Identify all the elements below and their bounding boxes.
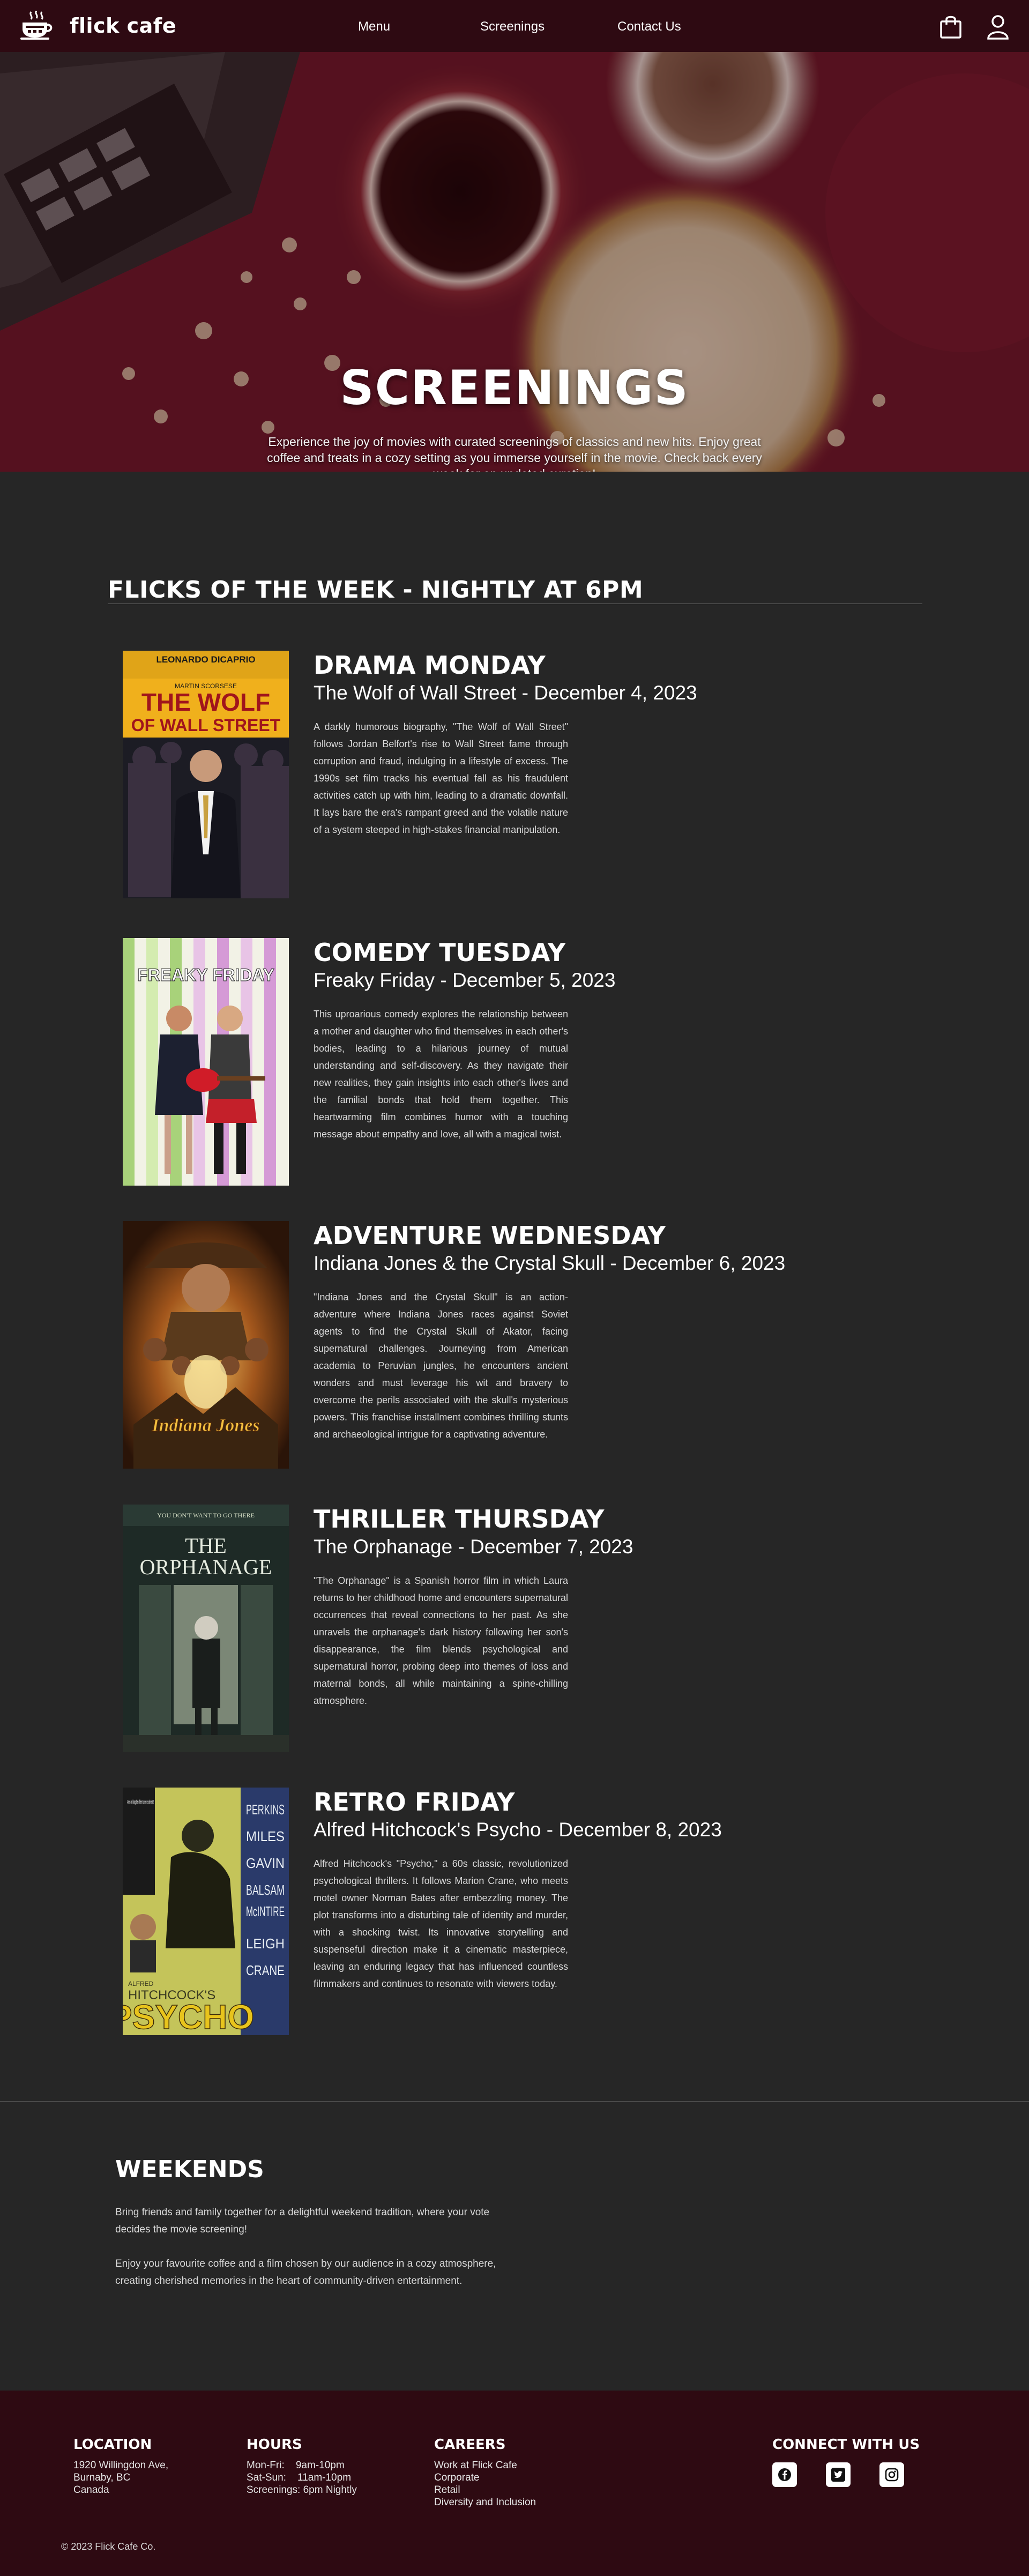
social-links — [772, 2462, 920, 2487]
instagram-icon — [885, 2468, 899, 2482]
movie-card-adventure-wednesday: Indiana Jones ADVENTURE WEDNESDAY Indian… — [0, 1221, 1029, 1473]
footer-connect: CONNECT WITH US — [772, 2437, 920, 2487]
poster-title-line2: OF WALL STREET — [131, 716, 281, 735]
movie-day: THRILLER THURSDAY — [314, 1505, 605, 1533]
movie-title: Indiana Jones & the Crystal Skull - Dece… — [314, 1252, 786, 1274]
careers-link-diversity-and-inclusion[interactable]: Diversity and Inclusion — [434, 2496, 536, 2508]
movie-description: "The Orphanage" is a Spanish horror film… — [314, 1575, 568, 1706]
movie-title: Alfred Hitchcock's Psycho - December 8, … — [314, 1819, 722, 1841]
poster-top-text: LEONARDO DICAPRIO — [156, 654, 255, 665]
poster-art: YOU DON'T WANT TO GO THERE THE ORPHANAGE — [123, 1505, 289, 1752]
hours-line: Sat-Sun: 11am-10pm — [247, 2472, 352, 2483]
weekends-paragraph: Enjoy your favourite coffee and a film c… — [115, 2258, 496, 2287]
careers-link-work-at-flick-cafe[interactable]: Work at Flick Cafe — [434, 2459, 536, 2471]
hero-banner: SCREENINGS Experience the joy of movies … — [0, 52, 1029, 472]
poster-art: FREAKY FRIDAY — [123, 938, 289, 1186]
movie-card-drama-monday: LEONARDO DICAPRIO MARTIN SCORSESE THE WO… — [0, 651, 1029, 903]
movie-title: Freaky Friday - December 5, 2023 — [314, 969, 616, 991]
poster-cast-name: BALSAM — [246, 1882, 285, 1898]
movie-day: ADVENTURE WEDNESDAY — [314, 1221, 666, 1250]
site-footer: LOCATION 1920 Willingdon Ave, Burnaby, B… — [0, 2391, 1029, 2576]
poster-title-line1: THE — [185, 1533, 227, 1558]
movie-poster-freaky-friday[interactable]: FREAKY FRIDAY — [123, 938, 289, 1186]
address-line: Burnaby, BC — [73, 2472, 131, 2483]
poster-title: PSYCHO — [123, 1998, 254, 2035]
poster-cast-name: MILES — [246, 1828, 285, 1844]
shopping-bag-icon[interactable] — [939, 14, 963, 40]
footer-location: LOCATION 1920 Willingdon Ave, Burnaby, B… — [73, 2437, 168, 2496]
poster-title: FREAKY FRIDAY — [137, 965, 274, 985]
poster-art: A new and altogether different screen ex… — [123, 1788, 289, 2035]
poster-tagline: A new and altogether different screen ex… — [127, 1799, 154, 1805]
movie-card-retro-friday: A new and altogether different screen ex… — [0, 1788, 1029, 2039]
movie-day: DRAMA MONDAY — [314, 651, 546, 680]
poster-title-line1: THE WOLF — [141, 688, 270, 716]
poster-art: LEONARDO DICAPRIO MARTIN SCORSESE THE WO… — [123, 651, 289, 898]
flicks-of-the-week-section: FLICKS OF THE WEEK - NIGHTLY AT 6PM LEON… — [0, 472, 1029, 2101]
footer-hours: HOURS Mon-Fri: 9am-10pm Sat-Sun: 11am-10… — [247, 2437, 357, 2496]
movie-poster-psycho[interactable]: A new and altogether different screen ex… — [123, 1788, 289, 2035]
careers-link-corporate[interactable]: Corporate — [434, 2471, 536, 2484]
nav-link-screenings[interactable]: Screenings — [480, 19, 545, 34]
poster-cast-name: CRANE — [246, 1962, 285, 1978]
footer-heading: HOURS — [247, 2437, 302, 2453]
flicks-heading: FLICKS OF THE WEEK - NIGHTLY AT 6PM — [108, 576, 644, 604]
hours-line: Mon-Fri: 9am-10pm — [247, 2460, 345, 2471]
footer-heading: CONNECT WITH US — [772, 2437, 920, 2453]
poster-cast-name: McINTIRE — [246, 1903, 285, 1919]
hours-line: Screenings: 6pm Nightly — [247, 2484, 357, 2496]
main-nav: Menu Screenings Contact Us — [0, 0, 1029, 52]
movie-description: "Indiana Jones and the Crystal Skull" is… — [314, 1292, 568, 1440]
poster-cast-name: LEIGH — [246, 1935, 285, 1952]
poster-director-prefix: ALFRED — [128, 1980, 154, 1987]
movie-poster-wolf-of-wall-street[interactable]: LEONARDO DICAPRIO MARTIN SCORSESE THE WO… — [123, 651, 289, 898]
nav-link-menu[interactable]: Menu — [358, 19, 390, 34]
movie-description: Alfred Hitchcock's "Psycho," a 60s class… — [314, 1858, 568, 1989]
poster-art: Indiana Jones — [123, 1221, 289, 1469]
address-line: 1920 Willingdon Ave, — [73, 2460, 169, 2471]
weekends-heading: WEEKENDS — [115, 2156, 264, 2183]
movie-description: A darkly humorous biography, "The Wolf o… — [314, 721, 568, 835]
hero-title: SCREENINGS — [340, 360, 689, 415]
nav-icons — [939, 14, 1010, 40]
nav-link-contact-us[interactable]: Contact Us — [617, 19, 681, 34]
weekends-section: WEEKENDS Bring friends and family togeth… — [0, 2101, 1029, 2391]
movie-title: The Wolf of Wall Street - December 4, 20… — [314, 682, 697, 704]
twitter-icon — [831, 2468, 845, 2482]
movie-poster-the-orphanage[interactable]: YOU DON'T WANT TO GO THERE THE ORPHANAGE — [123, 1505, 289, 1752]
poster-title: Indiana Jones — [151, 1416, 259, 1435]
movie-description: This uproarious comedy explores the rela… — [314, 1009, 568, 1140]
facebook-link[interactable] — [772, 2462, 797, 2487]
footer-heading: LOCATION — [73, 2437, 152, 2453]
poster-cast-name: PERKINS — [246, 1801, 285, 1818]
top-navbar: flick cafe Menu Screenings Contact Us — [0, 0, 1029, 52]
poster-cast-name: GAVIN — [246, 1855, 285, 1871]
hero-description: Experience the joy of movies with curate… — [267, 435, 762, 472]
movie-title: The Orphanage - December 7, 2023 — [314, 1536, 633, 1558]
weekends-paragraph: Bring friends and family together for a … — [115, 2207, 490, 2235]
footer-careers: CAREERS Work at Flick Cafe Corporate Ret… — [434, 2437, 536, 2508]
poster-top-text: YOU DON'T WANT TO GO THERE — [157, 1512, 255, 1519]
movie-card-thriller-thursday: YOU DON'T WANT TO GO THERE THE ORPHANAGE… — [0, 1505, 1029, 1756]
movie-day: RETRO FRIDAY — [314, 1788, 515, 1816]
facebook-icon — [778, 2468, 791, 2481]
footer-heading: CAREERS — [434, 2437, 506, 2453]
careers-link-retail[interactable]: Retail — [434, 2484, 536, 2496]
instagram-link[interactable] — [879, 2462, 904, 2487]
copyright-text: © 2023 Flick Cafe Co. — [61, 2541, 156, 2552]
poster-title-line2: ORPHANAGE — [140, 1555, 272, 1579]
user-icon[interactable] — [986, 14, 1010, 40]
movie-poster-indiana-jones[interactable]: Indiana Jones — [123, 1221, 289, 1469]
movie-card-comedy-tuesday: FREAKY FRIDAY COMEDY TUESDAY Freaky Frid… — [0, 938, 1029, 1190]
address-line: Canada — [73, 2484, 109, 2496]
twitter-link[interactable] — [826, 2462, 851, 2487]
movie-day: COMEDY TUESDAY — [314, 938, 566, 967]
